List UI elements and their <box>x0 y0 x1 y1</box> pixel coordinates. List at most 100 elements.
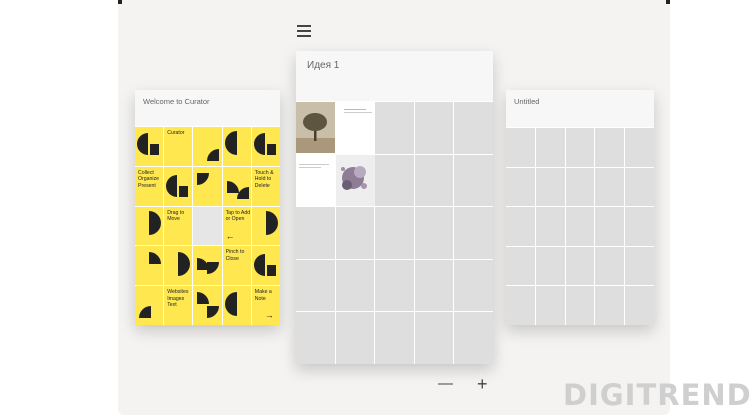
empty-tile[interactable] <box>454 312 493 364</box>
tile-label: Drag to Move <box>167 209 185 222</box>
tile[interactable] <box>193 246 222 286</box>
half-circle-icon <box>224 131 237 155</box>
empty-tile[interactable] <box>454 154 493 207</box>
empty-tile[interactable] <box>535 207 565 246</box>
empty-tile[interactable] <box>565 167 595 207</box>
empty-tile[interactable] <box>535 246 565 286</box>
tile[interactable]: Pinch to Close <box>222 246 251 286</box>
empty-tile[interactable] <box>375 102 414 154</box>
tile[interactable] <box>164 166 193 206</box>
tile[interactable] <box>222 127 251 166</box>
empty-tile[interactable] <box>625 207 654 246</box>
empty-tile[interactable] <box>296 312 335 364</box>
tile-grid <box>506 128 654 325</box>
empty-tile[interactable] <box>535 286 565 325</box>
tile[interactable]: Tap to Add or Open ← <box>222 206 251 246</box>
tile[interactable]: Websites Images Text <box>164 286 193 325</box>
tile[interactable] <box>251 206 280 246</box>
empty-tile[interactable] <box>506 246 535 286</box>
card-header: Welcome to Curator <box>135 90 280 126</box>
tile[interactable] <box>222 166 251 206</box>
logo-shape-icon <box>137 133 159 155</box>
empty-tile[interactable] <box>595 167 625 207</box>
arrow-right-icon: → <box>264 310 274 321</box>
text-tile[interactable] <box>335 102 375 154</box>
tile[interactable] <box>164 246 193 286</box>
image-tile[interactable] <box>335 154 375 207</box>
empty-tile[interactable] <box>296 207 335 259</box>
empty-tile[interactable] <box>595 286 625 325</box>
tile[interactable]: Collect Organize Present <box>135 166 164 206</box>
empty-tile[interactable] <box>335 259 375 312</box>
empty-tile[interactable] <box>535 128 565 167</box>
empty-tile[interactable] <box>375 312 414 364</box>
text-line <box>299 166 321 168</box>
empty-tile[interactable] <box>335 312 375 364</box>
empty-tile[interactable] <box>595 207 625 246</box>
tile[interactable] <box>222 286 251 325</box>
text-tile[interactable] <box>296 154 335 207</box>
empty-tile[interactable] <box>506 286 535 325</box>
untitled-card[interactable]: Untitled <box>506 90 654 325</box>
tile[interactable] <box>193 127 222 166</box>
empty-tile[interactable] <box>414 207 454 259</box>
tile[interactable] <box>135 286 164 325</box>
empty-tile[interactable] <box>375 207 414 259</box>
empty-tile[interactable] <box>454 102 493 154</box>
watermark: DIGITRENDS <box>563 378 750 412</box>
tile[interactable] <box>135 127 164 166</box>
empty-tile[interactable] <box>565 128 595 167</box>
empty-tile[interactable] <box>565 246 595 286</box>
empty-tile[interactable] <box>375 154 414 207</box>
tile-label: Collect Organize Present <box>138 169 160 189</box>
empty-tile[interactable] <box>296 259 335 312</box>
minus-icon[interactable]: — <box>438 375 453 393</box>
tile[interactable] <box>135 206 164 246</box>
idea-card[interactable]: Идея 1 <box>296 51 493 364</box>
empty-tile[interactable] <box>565 286 595 325</box>
tile[interactable] <box>193 286 222 325</box>
empty-tile[interactable] <box>454 259 493 312</box>
tile[interactable] <box>135 246 164 286</box>
empty-tile[interactable] <box>535 167 565 207</box>
empty-tile[interactable] <box>375 259 414 312</box>
empty-tile[interactable] <box>595 128 625 167</box>
hamburger-menu-icon[interactable] <box>297 25 311 37</box>
card-title: Untitled <box>514 97 540 106</box>
text-line <box>299 163 329 165</box>
empty-tile[interactable] <box>506 167 535 207</box>
empty-tile[interactable] <box>506 128 535 167</box>
tile[interactable]: Make a Note → <box>251 286 280 325</box>
empty-tile[interactable] <box>625 128 654 167</box>
empty-tile[interactable] <box>565 207 595 246</box>
empty-tile[interactable] <box>414 102 454 154</box>
logo-shape-icon <box>253 133 276 155</box>
tile[interactable] <box>193 166 222 206</box>
tile-label: Pinch to Close <box>225 249 245 262</box>
empty-tile[interactable] <box>193 206 222 246</box>
empty-tile[interactable] <box>414 259 454 312</box>
half-circle-icon <box>178 252 191 277</box>
logo-shape-icon <box>253 254 276 277</box>
tile-grid <box>296 102 493 364</box>
welcome-card[interactable]: Welcome to Curator Curator Collect Organ… <box>135 90 280 325</box>
tile[interactable]: Touch & Hold to Delete <box>251 166 280 206</box>
empty-tile[interactable] <box>595 246 625 286</box>
empty-tile[interactable] <box>414 312 454 364</box>
empty-tile[interactable] <box>625 167 654 207</box>
tile[interactable] <box>251 246 280 286</box>
empty-tile[interactable] <box>414 154 454 207</box>
image-tile[interactable] <box>296 102 335 154</box>
logo-shape-icon <box>166 174 189 197</box>
card-title: Идея 1 <box>307 60 340 71</box>
plus-icon[interactable]: + <box>477 375 488 393</box>
tile[interactable]: Drag to Move <box>164 206 193 246</box>
empty-tile[interactable] <box>625 246 654 286</box>
tile[interactable] <box>251 127 280 166</box>
empty-tile[interactable] <box>625 286 654 325</box>
empty-tile[interactable] <box>506 207 535 246</box>
window-corner-right <box>666 0 670 4</box>
tile[interactable]: Curator <box>164 127 193 166</box>
empty-tile[interactable] <box>454 207 493 259</box>
empty-tile[interactable] <box>335 207 375 259</box>
